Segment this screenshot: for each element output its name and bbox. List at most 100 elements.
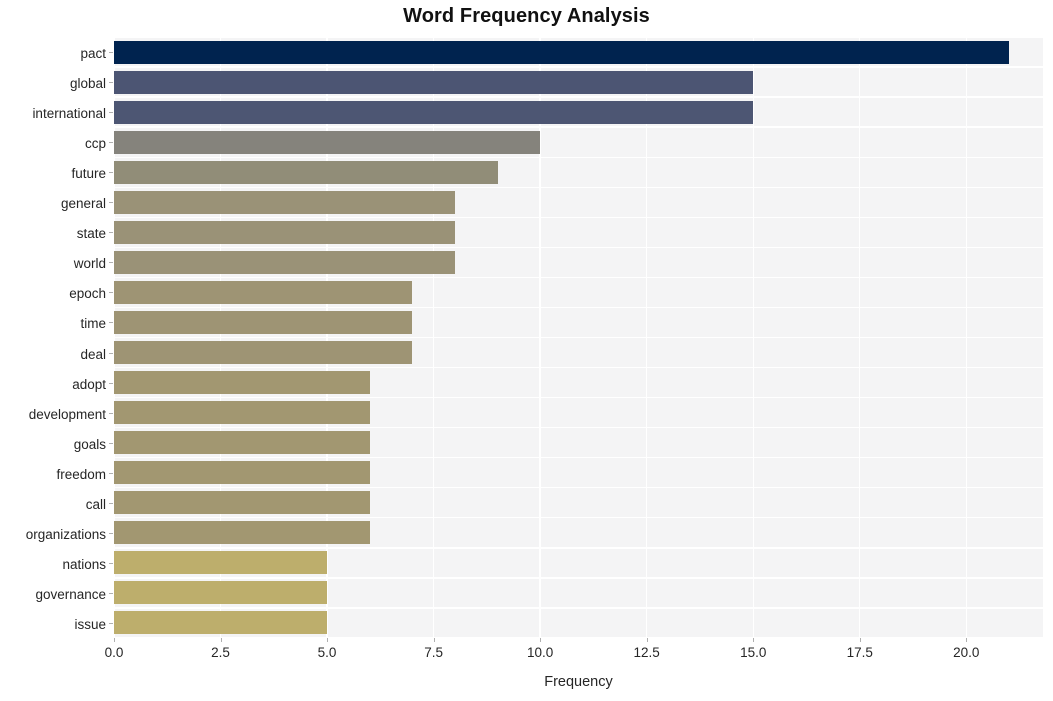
y-gridline bbox=[114, 186, 1043, 188]
bar[interactable] bbox=[114, 70, 754, 94]
x-tick-mark bbox=[220, 638, 222, 642]
y-gridline bbox=[114, 216, 1043, 218]
x-tick-label: 20.0 bbox=[953, 645, 980, 660]
y-gridline bbox=[114, 577, 1043, 579]
y-tick-label: freedom bbox=[56, 466, 106, 482]
y-tick-label: ccp bbox=[84, 136, 106, 152]
y-tick-label: deal bbox=[80, 346, 106, 362]
x-axis-label: Frequency bbox=[544, 674, 613, 690]
y-tick-mark bbox=[109, 112, 113, 114]
x-tick-mark bbox=[114, 638, 115, 642]
y-tick-label: time bbox=[80, 316, 106, 332]
y-axis: pact global international ccp future general s… bbox=[0, 37, 106, 638]
y-tick-mark bbox=[109, 322, 113, 324]
plot-area bbox=[114, 37, 1043, 638]
y-tick-mark bbox=[109, 232, 113, 234]
y-tick-label: call bbox=[85, 496, 106, 512]
y-tick-mark bbox=[109, 442, 113, 444]
y-tick-mark bbox=[109, 172, 113, 174]
word-frequency-chart: Word Frequency Analysis pact global intern… bbox=[0, 0, 1053, 701]
y-gridline bbox=[114, 426, 1043, 429]
bar[interactable] bbox=[114, 250, 455, 274]
y-gridline bbox=[114, 336, 1043, 339]
x-tick-label: 10.0 bbox=[527, 645, 554, 660]
y-gridline bbox=[114, 66, 1043, 68]
y-tick-mark bbox=[109, 562, 113, 564]
y-tick-label: epoch bbox=[69, 286, 106, 302]
y-tick-label: goals bbox=[73, 436, 106, 452]
x-tick-mark bbox=[753, 638, 755, 642]
y-tick-mark bbox=[109, 502, 113, 504]
y-gridline bbox=[114, 487, 1043, 489]
bar[interactable] bbox=[114, 190, 455, 214]
x-tick-mark bbox=[540, 638, 542, 642]
y-tick-label: pact bbox=[80, 46, 106, 62]
x-tick-label: 5.0 bbox=[317, 645, 337, 660]
y-tick-label: development bbox=[28, 406, 106, 422]
y-tick-label: nations bbox=[62, 556, 106, 572]
y-tick-label: state bbox=[76, 226, 106, 242]
y-gridline bbox=[114, 607, 1043, 609]
y-tick-mark bbox=[109, 352, 113, 354]
bar[interactable] bbox=[114, 160, 498, 184]
bar[interactable] bbox=[114, 280, 413, 304]
bar[interactable] bbox=[114, 341, 413, 365]
y-tick-mark bbox=[109, 292, 113, 294]
bar[interactable] bbox=[114, 130, 541, 154]
y-gridline bbox=[114, 366, 1043, 369]
y-tick-label: issue bbox=[74, 616, 106, 632]
y-gridline bbox=[114, 246, 1043, 249]
y-tick-mark bbox=[109, 412, 113, 414]
x-axis: 0.0 2.5 5.0 7.5 10.0 12.5 15.0 17.5 20.0 bbox=[105, 638, 1043, 668]
y-tick-label: international bbox=[32, 106, 106, 122]
x-tick-mark bbox=[433, 638, 435, 642]
x-tick-mark bbox=[327, 638, 329, 642]
bar[interactable] bbox=[114, 611, 328, 635]
bar[interactable] bbox=[114, 401, 370, 425]
bar[interactable] bbox=[114, 40, 1009, 64]
y-gridline bbox=[114, 457, 1043, 459]
bar[interactable] bbox=[114, 220, 455, 244]
bar[interactable] bbox=[114, 581, 328, 605]
y-gridline bbox=[114, 517, 1043, 519]
y-gridline bbox=[114, 306, 1043, 309]
y-tick-mark bbox=[109, 142, 113, 144]
bar[interactable] bbox=[114, 431, 370, 455]
bar[interactable] bbox=[114, 551, 328, 575]
x-tick-mark bbox=[646, 638, 648, 642]
bar[interactable] bbox=[114, 491, 370, 515]
x-tick-label: 7.5 bbox=[424, 645, 443, 660]
y-tick-label: adopt bbox=[72, 376, 106, 392]
x-tick-label: 2.5 bbox=[211, 645, 230, 660]
y-tick-label: general bbox=[60, 196, 106, 212]
y-tick-label: governance bbox=[35, 586, 106, 602]
y-tick-mark bbox=[109, 262, 113, 264]
x-tick-label: 0.0 bbox=[104, 645, 124, 660]
bar[interactable] bbox=[114, 310, 413, 334]
y-tick-label: future bbox=[71, 166, 106, 182]
x-tick-label: 15.0 bbox=[740, 645, 767, 660]
x-tick-label: 17.5 bbox=[846, 645, 873, 660]
y-tick-mark bbox=[109, 622, 113, 624]
bar[interactable] bbox=[114, 521, 370, 545]
x-tick-mark bbox=[859, 638, 861, 642]
y-gridline bbox=[114, 276, 1043, 279]
y-gridline bbox=[114, 126, 1043, 128]
y-gridline bbox=[114, 156, 1043, 158]
y-gridline bbox=[114, 547, 1043, 549]
y-tick-label: world bbox=[73, 256, 106, 272]
bar[interactable] bbox=[114, 371, 370, 395]
x-tick-label: 12.5 bbox=[633, 645, 660, 660]
y-gridline bbox=[114, 96, 1043, 98]
bar[interactable] bbox=[114, 100, 754, 124]
y-tick-mark bbox=[109, 202, 113, 204]
y-tick-mark bbox=[109, 532, 113, 534]
chart-title: Word Frequency Analysis bbox=[403, 5, 650, 27]
bar[interactable] bbox=[114, 461, 370, 485]
y-gridline bbox=[114, 396, 1043, 399]
y-tick-mark bbox=[109, 472, 113, 474]
y-tick-mark bbox=[109, 52, 113, 54]
y-tick-mark bbox=[109, 382, 113, 384]
x-tick-mark bbox=[966, 638, 968, 642]
y-tick-label: global bbox=[69, 76, 106, 92]
